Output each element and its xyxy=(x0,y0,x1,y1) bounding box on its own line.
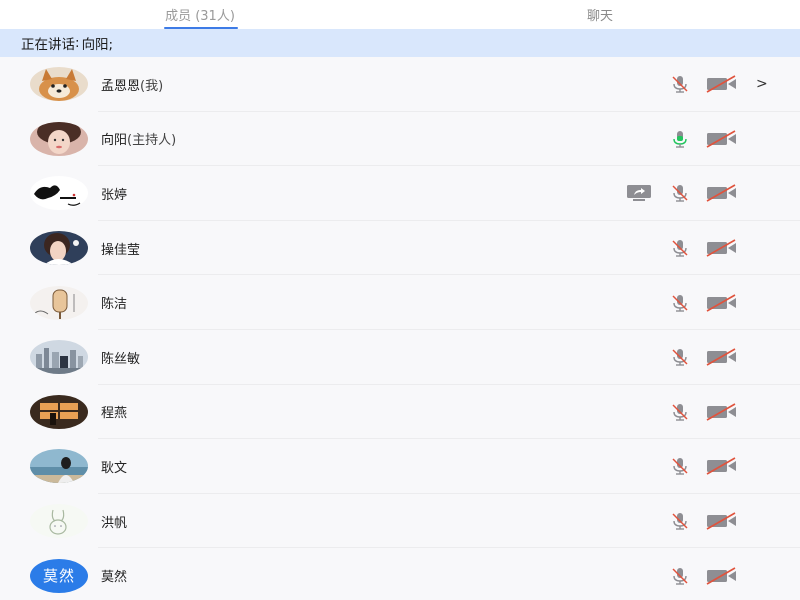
microphone-muted-icon[interactable] xyxy=(670,293,690,313)
member-name: 陈洁 xyxy=(101,293,127,312)
microphone-muted-icon[interactable] xyxy=(670,456,690,476)
tab-members[interactable]: 成员 (31人) xyxy=(0,0,400,29)
member-row[interactable]: 张婷 xyxy=(0,166,800,221)
member-name: 操佳莹 xyxy=(101,239,140,258)
camera-off-icon[interactable] xyxy=(706,403,738,421)
microphone-muted-icon[interactable] xyxy=(670,74,690,94)
member-row[interactable]: 向阳(主持人) xyxy=(0,111,800,167)
tab-chat[interactable]: 聊天 xyxy=(400,0,800,29)
member-name-text: 陈丝敏 xyxy=(101,351,141,367)
member-name-text: 耿文 xyxy=(101,460,128,476)
avatar xyxy=(30,449,88,484)
member-name: 莫然 xyxy=(101,566,127,585)
avatar: 莫然 xyxy=(30,558,88,593)
member-list: 孟恩恩(我) > 向阳(主持人) 张婷操佳莹陈洁陈丝敏程燕耿文洪帆莫然 莫然 xyxy=(0,57,800,600)
member-role: (我) xyxy=(140,78,164,94)
speaking-label: 正在讲话 xyxy=(21,37,75,53)
member-name: 陈丝敏 xyxy=(101,348,140,367)
member-name-text: 莫然 xyxy=(101,570,128,586)
member-name-text: 洪帆 xyxy=(101,515,128,531)
camera-off-icon[interactable] xyxy=(706,184,738,203)
member-name-text: 程燕 xyxy=(101,406,128,422)
microphone-active-icon[interactable] xyxy=(670,129,690,149)
member-name-text: 张婷 xyxy=(101,187,128,203)
member-name: 耿文 xyxy=(101,457,127,476)
camera-off-icon[interactable] xyxy=(706,75,738,93)
avatar xyxy=(30,231,88,266)
avatar xyxy=(30,121,88,156)
microphone-muted-icon[interactable] xyxy=(670,238,690,258)
microphone-muted-icon[interactable] xyxy=(670,511,690,531)
speaking-speaker: 向阳; xyxy=(81,37,114,53)
member-row[interactable]: 陈洁 xyxy=(0,275,800,330)
member-role: (主持人) xyxy=(127,133,177,149)
camera-off-icon[interactable] xyxy=(706,457,738,476)
microphone-muted-icon[interactable] xyxy=(670,347,690,367)
member-row[interactable]: 莫然 莫然 xyxy=(0,548,800,600)
camera-off-icon[interactable] xyxy=(706,512,738,530)
speaking-separator: : xyxy=(75,35,80,51)
tab-members-label: 成员 (31人) xyxy=(165,9,235,24)
avatar xyxy=(30,176,88,211)
microphone-muted-icon[interactable] xyxy=(670,183,690,203)
camera-off-icon[interactable] xyxy=(706,566,738,585)
tab-chat-label: 聊天 xyxy=(586,9,613,24)
member-row[interactable]: 操佳莹 xyxy=(0,220,800,276)
screen-share-icon[interactable] xyxy=(626,184,652,202)
tab-bar: 成员 (31人) 聊天 xyxy=(0,0,800,29)
member-name-text: 操佳莹 xyxy=(101,242,141,258)
avatar xyxy=(30,340,88,375)
member-name: 洪帆 xyxy=(101,512,127,531)
member-row[interactable]: 洪帆 xyxy=(0,493,800,549)
avatar xyxy=(30,285,88,320)
member-row[interactable]: 耿文 xyxy=(0,439,800,494)
member-name: 张婷 xyxy=(101,184,127,203)
member-name-text: 陈洁 xyxy=(101,297,128,313)
avatar xyxy=(30,67,88,102)
speaking-banner: 正在讲话 : 向阳; xyxy=(0,29,800,57)
member-name: 程燕 xyxy=(101,402,127,421)
member-row[interactable]: 程燕 xyxy=(0,384,800,440)
microphone-muted-icon[interactable] xyxy=(670,402,690,422)
member-row[interactable]: 孟恩恩(我) > xyxy=(0,57,800,112)
member-name: 孟恩恩(我) xyxy=(101,75,163,94)
chevron-right-icon[interactable]: > xyxy=(756,76,768,92)
microphone-muted-icon[interactable] xyxy=(670,566,690,586)
camera-off-icon[interactable] xyxy=(706,130,738,148)
avatar xyxy=(30,394,88,429)
member-name: 向阳(主持人) xyxy=(101,129,176,148)
avatar xyxy=(30,504,88,539)
camera-off-icon[interactable] xyxy=(706,293,738,312)
camera-off-icon[interactable] xyxy=(706,239,738,257)
member-name-text: 向阳 xyxy=(101,133,128,149)
member-name-text: 孟恩恩 xyxy=(101,78,141,94)
camera-off-icon[interactable] xyxy=(706,348,738,366)
member-row[interactable]: 陈丝敏 xyxy=(0,329,800,385)
